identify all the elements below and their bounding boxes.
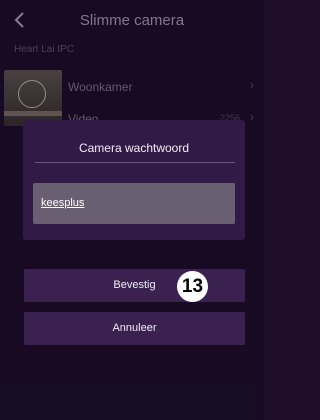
cancel-button[interactable]: Annuleer — [24, 312, 245, 345]
password-field[interactable]: keesplus — [33, 183, 235, 224]
dialog-title: Camera wachtwoord — [78, 141, 190, 155]
confirm-button[interactable]: Bevestig — [24, 269, 245, 302]
password-dialog: Camera wachtwoord keesplus — [23, 120, 245, 240]
step-number-badge: 13 — [177, 271, 208, 302]
dialog-divider — [35, 162, 235, 163]
